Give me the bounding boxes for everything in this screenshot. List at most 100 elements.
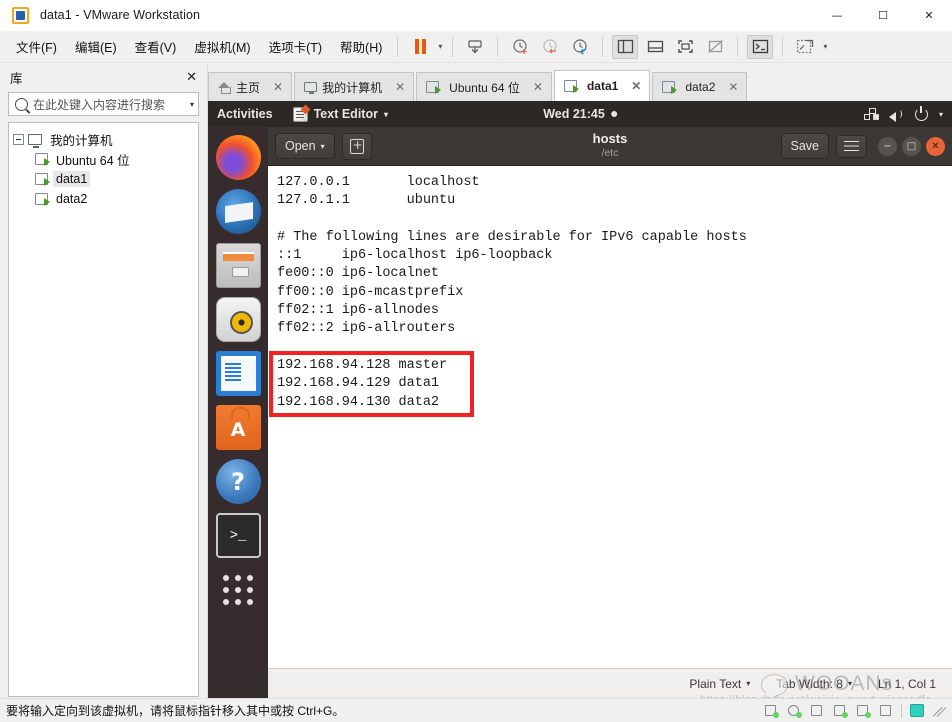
revert-snapshot-button[interactable] xyxy=(537,35,563,59)
dock-help-icon[interactable]: ? xyxy=(215,459,261,504)
send-ctrl-alt-del-button[interactable] xyxy=(462,35,488,59)
resize-grip-icon[interactable] xyxy=(932,705,944,717)
vm-console[interactable]: Activities Text Editor ▾ Wed 21:45 ▾ A ?… xyxy=(208,101,952,698)
tree-node-data1[interactable]: data1 xyxy=(35,169,194,189)
screenshot-dropdown-caret-icon[interactable]: ▾ xyxy=(823,42,827,51)
tree-node-my-computer[interactable]: 我的计算机 xyxy=(13,129,194,149)
vm-icon xyxy=(662,81,678,94)
volume-icon xyxy=(888,108,904,122)
library-search-box[interactable]: 在此处键入内容进行搜索 ▾ xyxy=(8,92,199,116)
show-library-button[interactable] xyxy=(612,34,639,59)
language-selector[interactable]: Plain Text ▾ xyxy=(689,677,750,691)
monitor-icon xyxy=(28,133,42,148)
pause-vm-button[interactable] xyxy=(407,35,433,59)
tree-node-data2[interactable]: data2 xyxy=(35,189,194,209)
tab-close-icon[interactable]: ✕ xyxy=(726,80,740,94)
tab-home[interactable]: 主页 ✕ xyxy=(208,72,293,101)
network-adapter2-icon[interactable] xyxy=(855,704,871,718)
pause-dropdown-caret-icon[interactable]: ▾ xyxy=(438,42,442,51)
menu-view[interactable]: 查看(V) xyxy=(127,33,185,60)
app-menu-button[interactable]: Text Editor ▾ xyxy=(292,106,388,122)
library-tree: 我的计算机 Ubuntu 64 位 data1 data2 xyxy=(8,122,199,697)
search-dropdown-caret-icon[interactable]: ▾ xyxy=(186,100,194,109)
library-search-input[interactable]: 在此处键入内容进行搜索 xyxy=(33,96,186,113)
tree-node-label: data1 xyxy=(53,171,91,187)
editor-line: ff00::0 ip6-mcastprefix xyxy=(277,284,464,300)
tab-width-selector[interactable]: Tab Width: 8 ▾ xyxy=(776,677,852,691)
screenshot-button[interactable] xyxy=(792,35,818,59)
cursor-position: Ln 1, Col 1 xyxy=(878,677,936,691)
tab-data2[interactable]: data2 ✕ xyxy=(652,72,748,101)
unity-mode-button[interactable] xyxy=(702,35,728,59)
dock-ubuntu-software-icon[interactable] xyxy=(215,405,261,450)
new-document-icon xyxy=(349,137,364,154)
cd-drive-icon[interactable] xyxy=(786,704,802,718)
tab-label: Ubuntu 64 位 xyxy=(449,80,520,95)
tab-close-icon[interactable]: ✕ xyxy=(393,80,407,94)
tab-close-icon[interactable]: ✕ xyxy=(531,80,545,94)
tab-my-computer[interactable]: 我的计算机 ✕ xyxy=(294,72,415,101)
dock-terminal-wrap: >_ xyxy=(215,513,261,558)
window-title: data1 - VMware Workstation xyxy=(40,8,201,22)
editor-line: fe00::0 ip6-localnet xyxy=(277,266,440,282)
take-snapshot-button[interactable] xyxy=(507,35,533,59)
menu-tabs[interactable]: 选项卡(T) xyxy=(261,33,330,60)
dock-libreoffice-writer-icon[interactable] xyxy=(215,351,261,396)
dock-files-icon[interactable] xyxy=(215,243,261,288)
tree-node-ubuntu-64[interactable]: Ubuntu 64 位 xyxy=(35,149,194,169)
tab-close-icon[interactable]: ✕ xyxy=(271,80,285,94)
snapshot-manager-icon xyxy=(573,38,588,54)
activities-button[interactable]: Activities xyxy=(217,107,273,121)
tab-close-icon[interactable]: ✕ xyxy=(629,79,643,93)
tree-expander-icon[interactable] xyxy=(13,133,24,145)
window-close-button[interactable]: ✕ xyxy=(906,0,952,31)
dock-rhythmbox-icon[interactable] xyxy=(215,297,261,342)
gedit-close-button[interactable]: ✕ xyxy=(926,136,945,156)
menu-file[interactable]: 文件(F) xyxy=(8,33,65,60)
pause-icon xyxy=(414,39,426,54)
network-adapter-icon[interactable] xyxy=(832,704,848,718)
window-titlebar: data1 - VMware Workstation — ☐ ✕ xyxy=(0,0,952,31)
app-statusbar: 要将输入定向到该虚拟机，请将鼠标指针移入其中或按 Ctrl+G。 xyxy=(0,698,952,722)
save-button[interactable]: Save xyxy=(780,133,829,159)
tree-node-label: 我的计算机 xyxy=(50,133,113,148)
hamburger-menu-button[interactable] xyxy=(836,134,867,158)
display-icon[interactable] xyxy=(910,704,924,717)
menu-help[interactable]: 帮助(H) xyxy=(332,33,390,60)
new-document-button[interactable] xyxy=(341,132,372,160)
tab-ubuntu-64[interactable]: Ubuntu 64 位 ✕ xyxy=(416,72,552,101)
printer-icon[interactable] xyxy=(878,704,893,717)
statusbar-separator xyxy=(901,703,902,718)
dock-firefox-icon[interactable] xyxy=(215,135,261,180)
console-view-button[interactable] xyxy=(747,34,774,59)
library-panel-icon xyxy=(617,39,634,54)
menu-edit[interactable]: 编辑(E) xyxy=(67,33,125,60)
library-header: 库 ✕ xyxy=(0,64,207,90)
gedit-maximize-button[interactable]: □ xyxy=(902,136,921,156)
floppy-icon[interactable] xyxy=(809,704,824,717)
screenshot-icon xyxy=(797,39,814,53)
open-file-button[interactable]: Open ▾ xyxy=(275,133,335,159)
show-thumbnail-bar-button[interactable] xyxy=(642,35,668,59)
enter-fullscreen-button[interactable] xyxy=(672,35,698,59)
unity-mode-icon xyxy=(707,40,723,53)
system-indicators[interactable]: ▾ xyxy=(863,105,943,122)
thumbnail-bar-icon xyxy=(647,40,664,53)
text-editor-content[interactable]: 127.0.0.1 localhost 127.0.1.1 ubuntu # Th… xyxy=(268,166,952,668)
snapshot-manager-button[interactable] xyxy=(567,35,593,59)
editor-line: # The following lines are desirable for … xyxy=(277,229,747,245)
toolbar-separator xyxy=(452,36,454,57)
show-applications-icon[interactable] xyxy=(216,567,261,612)
monitor-icon xyxy=(304,82,318,94)
clock-button[interactable]: Wed 21:45 xyxy=(543,107,617,121)
window-maximize-button[interactable]: ☐ xyxy=(860,0,906,31)
dock-terminal-icon[interactable]: >_ xyxy=(215,513,261,558)
tab-data1[interactable]: data1 ✕ xyxy=(553,70,651,101)
dock-thunderbird-icon[interactable] xyxy=(215,189,261,234)
window-minimize-button[interactable]: — xyxy=(814,0,860,31)
tab-label: 主页 xyxy=(236,80,261,95)
usb-device-icon[interactable] xyxy=(763,704,779,718)
gedit-minimize-button[interactable]: − xyxy=(878,136,897,156)
menu-vm[interactable]: 虚拟机(M) xyxy=(186,33,258,60)
library-close-button[interactable]: ✕ xyxy=(182,69,201,85)
